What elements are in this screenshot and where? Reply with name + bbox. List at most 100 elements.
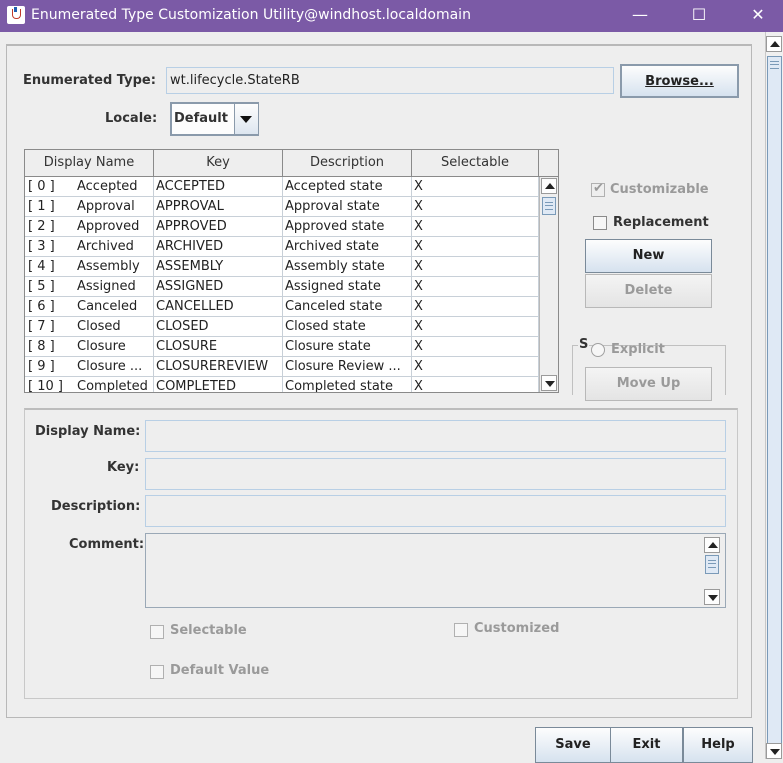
- column-header-display-name[interactable]: Display Name: [25, 150, 154, 176]
- cell-display-name[interactable]: [ 4 ] Assembly: [25, 257, 154, 277]
- cell-display-name[interactable]: [ 5 ] Assigned: [25, 277, 154, 297]
- enum-type-label: Enumerated Type:: [23, 73, 156, 88]
- cell-selectable[interactable]: X: [412, 337, 539, 357]
- cell-description[interactable]: Closure Review ...: [283, 357, 412, 377]
- description-field[interactable]: [145, 495, 726, 527]
- sort-group-title: S: [578, 337, 590, 352]
- new-button[interactable]: New: [585, 239, 712, 273]
- column-header-selectable[interactable]: Selectable: [412, 150, 539, 176]
- move-up-button[interactable]: Move Up: [585, 367, 712, 401]
- maximize-button[interactable]: ☐: [676, 0, 722, 32]
- cell-display-name[interactable]: [ 1 ] Approval: [25, 197, 154, 217]
- row-display-name: Canceled: [77, 299, 138, 314]
- cell-selectable[interactable]: X: [412, 257, 539, 277]
- cell-display-name[interactable]: [ 6 ] Canceled: [25, 297, 154, 317]
- replacement-checkbox[interactable]: [593, 216, 607, 230]
- browse-button[interactable]: Browse...: [620, 64, 739, 98]
- comment-scroll-down-button[interactable]: [704, 589, 720, 605]
- cell-display-name[interactable]: [ 10 ] Completed: [25, 377, 154, 393]
- explicit-radio[interactable]: [591, 343, 605, 357]
- window-scrollbar[interactable]: [765, 32, 783, 759]
- cell-key[interactable]: CLOSURE: [154, 337, 283, 357]
- cell-display-name[interactable]: [ 0 ] Accepted: [25, 177, 154, 197]
- cell-description[interactable]: Accepted state: [283, 177, 412, 197]
- comment-scrollbar[interactable]: [703, 534, 724, 607]
- cell-selectable[interactable]: X: [412, 217, 539, 237]
- close-button[interactable]: ✕: [735, 0, 781, 32]
- table-row[interactable]: [ 6 ] Canceled CANCELLED Canceled state X: [25, 297, 539, 317]
- window-scroll-up-button[interactable]: [766, 36, 782, 52]
- cell-selectable[interactable]: X: [412, 297, 539, 317]
- cell-description[interactable]: Canceled state: [283, 297, 412, 317]
- selectable-checkbox[interactable]: [150, 625, 164, 639]
- cell-key[interactable]: CANCELLED: [154, 297, 283, 317]
- table-row[interactable]: [ 2 ] Approved APPROVED Approved state X: [25, 217, 539, 237]
- table-row[interactable]: [ 9 ] Closure ... CLOSUREREVIEW Closure Rev…: [25, 357, 539, 377]
- cell-description[interactable]: Archived state: [283, 237, 412, 257]
- table-scrollbar[interactable]: [539, 177, 558, 392]
- cell-display-name[interactable]: [ 7 ] Closed: [25, 317, 154, 337]
- table-row[interactable]: [ 0 ] Accepted ACCEPTED Accepted state X: [25, 177, 539, 197]
- cell-display-name[interactable]: [ 8 ] Closure: [25, 337, 154, 357]
- window-scroll-thumb[interactable]: [767, 56, 782, 746]
- cell-selectable[interactable]: X: [412, 277, 539, 297]
- cell-description[interactable]: Closure state: [283, 337, 412, 357]
- cell-key[interactable]: ASSIGNED: [154, 277, 283, 297]
- comment-textarea[interactable]: [145, 533, 726, 608]
- display-name-field[interactable]: [145, 420, 726, 452]
- customizable-checkbox[interactable]: ✔: [591, 181, 605, 197]
- cell-selectable[interactable]: X: [412, 177, 539, 197]
- minimize-button[interactable]: —: [617, 0, 663, 32]
- cell-key[interactable]: APPROVED: [154, 217, 283, 237]
- comment-scroll-up-button[interactable]: [704, 537, 720, 553]
- table-row[interactable]: [ 8 ] Closure CLOSURE Closure state X: [25, 337, 539, 357]
- help-button[interactable]: Help: [683, 727, 753, 763]
- cell-display-name[interactable]: [ 2 ] Approved: [25, 217, 154, 237]
- cell-description[interactable]: Closed state: [283, 317, 412, 337]
- cell-selectable[interactable]: X: [412, 317, 539, 337]
- column-header-description[interactable]: Description: [283, 150, 412, 176]
- scroll-down-button[interactable]: [541, 375, 557, 391]
- cell-description[interactable]: Approval state: [283, 197, 412, 217]
- cell-selectable[interactable]: X: [412, 357, 539, 377]
- enum-type-field[interactable]: wt.lifecycle.StateRB: [166, 67, 614, 94]
- save-button[interactable]: Save: [535, 727, 611, 763]
- cell-key[interactable]: ASSEMBLY: [154, 257, 283, 277]
- scroll-thumb[interactable]: [542, 197, 556, 215]
- cell-key[interactable]: CLOSED: [154, 317, 283, 337]
- cell-description[interactable]: Approved state: [283, 217, 412, 237]
- row-display-name: Assembly: [77, 259, 140, 274]
- table-row[interactable]: [ 3 ] Archived ARCHIVED Archived state X: [25, 237, 539, 257]
- cell-display-name[interactable]: [ 9 ] Closure ...: [25, 357, 154, 377]
- cell-key[interactable]: ACCEPTED: [154, 177, 283, 197]
- customized-checkbox[interactable]: [454, 623, 468, 637]
- window-scroll-down-button[interactable]: [766, 743, 782, 759]
- cell-key[interactable]: ARCHIVED: [154, 237, 283, 257]
- table-row[interactable]: [ 4 ] Assembly ASSEMBLY Assembly state X: [25, 257, 539, 277]
- cell-description[interactable]: Assembly state: [283, 257, 412, 277]
- exit-button[interactable]: Exit: [610, 727, 683, 763]
- table-row[interactable]: [ 5 ] Assigned ASSIGNED Assigned state X: [25, 277, 539, 297]
- locale-select[interactable]: Default: [170, 102, 259, 136]
- key-field[interactable]: [145, 458, 726, 490]
- column-header-key[interactable]: Key: [154, 150, 283, 176]
- locale-dropdown-arrow[interactable]: [234, 104, 258, 134]
- table-row[interactable]: [ 7 ] Closed CLOSED Closed state X: [25, 317, 539, 337]
- default-value-checkbox[interactable]: [150, 665, 164, 679]
- delete-button[interactable]: Delete: [585, 274, 712, 308]
- cell-key[interactable]: COMPLETED: [154, 377, 283, 392]
- cell-description[interactable]: Completed state: [283, 377, 412, 392]
- cell-selectable[interactable]: X: [412, 377, 539, 392]
- cell-key[interactable]: CLOSUREREVIEW: [154, 357, 283, 377]
- cell-description[interactable]: Assigned state: [283, 277, 412, 297]
- cell-key[interactable]: APPROVAL: [154, 197, 283, 217]
- comment-scroll-thumb[interactable]: [705, 555, 719, 574]
- table-row[interactable]: [ 1 ] Approval APPROVAL Approval state X: [25, 197, 539, 217]
- cell-selectable[interactable]: X: [412, 237, 539, 257]
- row-display-name: Completed: [77, 379, 148, 393]
- cell-display-name[interactable]: [ 3 ] Archived: [25, 237, 154, 257]
- customized-label: Customized: [474, 621, 560, 636]
- scroll-up-button[interactable]: [541, 178, 557, 194]
- cell-selectable[interactable]: X: [412, 197, 539, 217]
- table-row[interactable]: [ 10 ] Completed COMPLETED Completed state X: [25, 377, 539, 393]
